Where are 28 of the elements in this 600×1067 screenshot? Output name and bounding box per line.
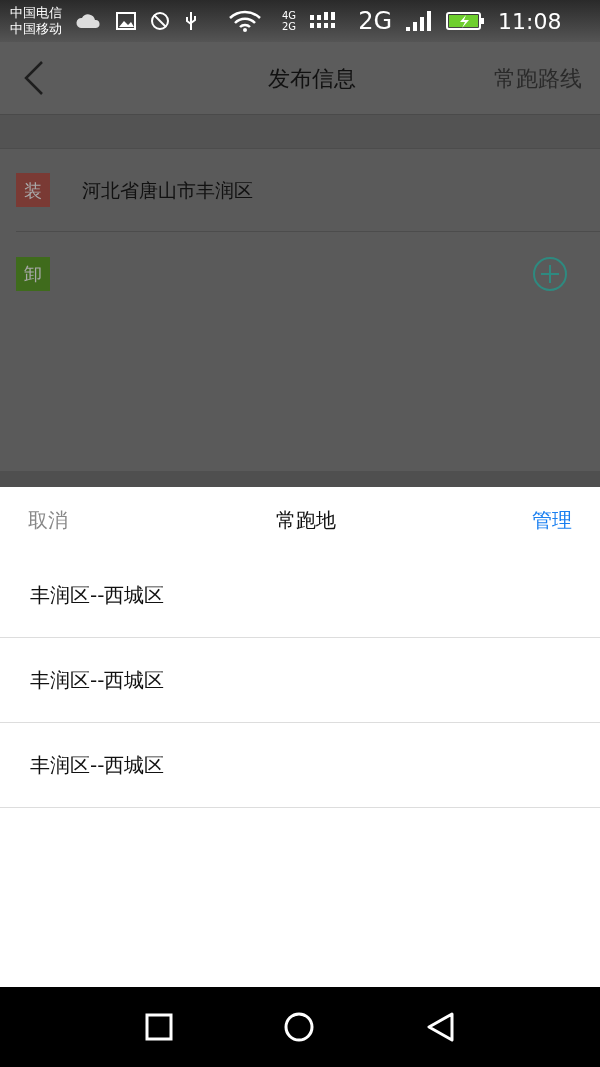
back-icon [425, 1011, 455, 1043]
cloud-icon [76, 13, 102, 29]
route-item[interactable]: 丰润区--西城区 [0, 638, 600, 723]
wifi-icon [228, 10, 262, 32]
battery-icon [446, 12, 484, 30]
address-text: 河北省唐山市丰润区 [82, 177, 253, 203]
stop-tag: 卸 [16, 256, 50, 291]
usb-icon [184, 11, 198, 31]
manage-button[interactable]: 管理 [532, 505, 572, 535]
carrier-label: 中国移动 [10, 21, 62, 37]
network-label: 2G [282, 21, 297, 32]
signal-icon [406, 11, 432, 31]
signal-dots-icon [310, 12, 337, 30]
network-label: 4G [282, 10, 297, 21]
sheet-title: 常跑地 [276, 507, 336, 534]
blocked-icon [150, 11, 170, 31]
square-icon [145, 1013, 173, 1041]
stop-tag: 装 [16, 173, 50, 207]
cancel-button[interactable]: 取消 [28, 505, 68, 535]
add-button[interactable] [532, 255, 568, 292]
page-title: 发布信息 [268, 64, 356, 93]
carrier-label: 中国电信 [10, 5, 62, 21]
image-icon [116, 12, 136, 30]
route-item[interactable]: 丰润区--西城区 [0, 723, 600, 808]
home-icon [283, 1011, 315, 1043]
network-label: 2G [358, 6, 392, 37]
clock-label: 11:08 [498, 7, 562, 36]
route-item[interactable]: 丰润区--西城区 [0, 553, 600, 638]
